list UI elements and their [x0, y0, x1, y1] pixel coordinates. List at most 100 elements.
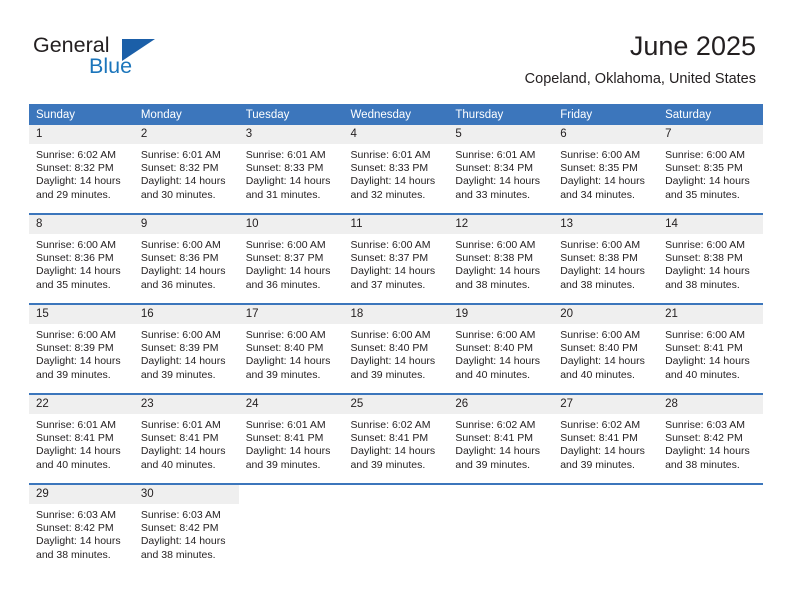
daylight-text-line1: Daylight: 14 hours [140, 265, 226, 278]
day-cell-content: 12 Sunrise: 6:00 AM Sunset: 8:38 PM Dayligh… [448, 215, 554, 303]
sunrise-text: Sunrise: 6:01 AM [36, 419, 116, 431]
sunset-text: Sunset: 8:38 PM [665, 252, 743, 265]
day-number: 30 [133, 485, 239, 504]
sunset-text: Sunset: 8:40 PM [455, 342, 534, 355]
calendar-day-cell[interactable]: 2 Sunrise: 6:01 AM Sunset: 8:32 PM Daylight… [133, 125, 239, 214]
sunset-text: Sunset: 8:37 PM [245, 252, 324, 265]
calendar-day-cell[interactable]: 13 Sunrise: 6:00 AM Sunset: 8:38 PM Dayligh… [553, 213, 659, 304]
logo-text-blue: Blue [89, 54, 133, 78]
day-sun-details: Sunrise: 6:01 AM Sunset: 8:34 PM Daylight:… [448, 144, 553, 202]
day-cell-content: 19 Sunrise: 6:00 AM Sunset: 8:40 PM Dayligh… [448, 305, 554, 393]
calendar-day-cell[interactable]: 22 Sunrise: 6:01 AM Sunset: 8:41 PM Dayligh… [29, 393, 134, 484]
calendar-day-cell[interactable]: 24 Sunrise: 6:01 AM Sunset: 8:41 PM Dayligh… [238, 393, 344, 484]
daylight-text-line2: and 39 minutes. [140, 368, 216, 381]
calendar-day-cell[interactable]: 28 Sunrise: 6:03 AM Sunset: 8:42 PM Dayligh… [658, 393, 763, 484]
day-number: 24 [238, 395, 344, 414]
calendar-day-cell[interactable]: 1 Sunrise: 6:02 AM Sunset: 8:32 PM Daylight… [29, 125, 134, 214]
day-cell-content: 25 Sunrise: 6:02 AM Sunset: 8:41 PM Dayligh… [343, 395, 449, 483]
day-cell-content: 29 Sunrise: 6:03 AM Sunset: 8:42 PM Dayligh… [29, 485, 134, 573]
calendar-day-cell[interactable]: 29 Sunrise: 6:03 AM Sunset: 8:42 PM Dayligh… [29, 483, 134, 573]
calendar-day-cell[interactable]: 10 Sunrise: 6:00 AM Sunset: 8:37 PM Dayligh… [238, 213, 344, 304]
daylight-text-line1: Daylight: 14 hours [560, 445, 645, 458]
day-number: 13 [553, 215, 659, 234]
weekday-header-wednesday: Wednesday [343, 104, 449, 125]
calendar-day-cell[interactable]: 9 Sunrise: 6:00 AM Sunset: 8:36 PM Daylight… [133, 213, 239, 304]
day-sun-details: Sunrise: 6:02 AM Sunset: 8:41 PM Daylight:… [448, 414, 553, 472]
day-cell-content: 5 Sunrise: 6:01 AM Sunset: 8:34 PM Daylight… [448, 125, 554, 213]
page-title: June 2025 [629, 31, 756, 61]
day-number: 2 [133, 125, 239, 144]
day-sun-details: Sunrise: 6:00 AM Sunset: 8:35 PM Daylight:… [553, 144, 658, 202]
day-number: 7 [658, 125, 763, 144]
sunrise-text: Sunrise: 6:01 AM [245, 419, 326, 431]
day-sun-details [448, 504, 553, 509]
calendar-empty-cell [343, 483, 449, 573]
day-number: 14 [658, 215, 763, 234]
daylight-text-line2: and 29 minutes. [36, 188, 111, 201]
daylight-text-line1: Daylight: 14 hours [36, 535, 121, 548]
day-number [238, 485, 344, 504]
sunset-text: Sunset: 8:41 PM [350, 432, 429, 445]
calendar-day-cell[interactable]: 14 Sunrise: 6:00 AM Sunset: 8:38 PM Dayligh… [658, 213, 763, 304]
calendar-day-cell[interactable]: 12 Sunrise: 6:00 AM Sunset: 8:38 PM Dayligh… [448, 213, 554, 304]
day-sun-details: Sunrise: 6:00 AM Sunset: 8:39 PM Daylight:… [134, 324, 239, 382]
sunset-text: Sunset: 8:35 PM [665, 162, 743, 175]
calendar-day-cell[interactable]: 15 Sunrise: 6:00 AM Sunset: 8:39 PM Dayligh… [29, 303, 134, 394]
daylight-text-line1: Daylight: 14 hours [455, 265, 541, 278]
calendar-day-cell[interactable]: 3 Sunrise: 6:01 AM Sunset: 8:33 PM Daylight… [238, 125, 344, 214]
day-sun-details [344, 504, 449, 509]
calendar-day-cell[interactable]: 27 Sunrise: 6:02 AM Sunset: 8:41 PM Dayligh… [553, 393, 659, 484]
day-cell-content: 23 Sunrise: 6:01 AM Sunset: 8:41 PM Dayligh… [133, 395, 239, 483]
calendar-day-cell[interactable]: 18 Sunrise: 6:00 AM Sunset: 8:40 PM Dayligh… [343, 303, 449, 394]
sunrise-text: Sunrise: 6:00 AM [455, 239, 536, 251]
calendar-day-cell[interactable]: 30 Sunrise: 6:03 AM Sunset: 8:42 PM Dayligh… [133, 483, 239, 573]
day-sun-details: Sunrise: 6:01 AM Sunset: 8:41 PM Daylight:… [29, 414, 134, 472]
day-sun-details: Sunrise: 6:03 AM Sunset: 8:42 PM Daylight:… [658, 414, 763, 472]
sunrise-text: Sunrise: 6:00 AM [245, 239, 326, 251]
calendar-day-cell[interactable]: 16 Sunrise: 6:00 AM Sunset: 8:39 PM Dayligh… [133, 303, 239, 394]
sunset-text: Sunset: 8:40 PM [245, 342, 324, 355]
location-subtitle: Copeland, Oklahoma, United States [524, 71, 756, 87]
sunset-text: Sunset: 8:41 PM [665, 342, 743, 355]
weekday-header-tuesday: Tuesday [238, 104, 344, 125]
day-sun-details: Sunrise: 6:01 AM Sunset: 8:32 PM Daylight:… [134, 144, 239, 202]
day-number: 26 [448, 395, 554, 414]
calendar-day-cell[interactable]: 17 Sunrise: 6:00 AM Sunset: 8:40 PM Dayligh… [238, 303, 344, 394]
sunrise-text: Sunrise: 6:00 AM [140, 239, 221, 251]
calendar-day-cell[interactable]: 26 Sunrise: 6:02 AM Sunset: 8:41 PM Dayligh… [448, 393, 554, 484]
day-number: 8 [29, 215, 134, 234]
daylight-text-line1: Daylight: 14 hours [140, 535, 226, 548]
day-cell-content: 18 Sunrise: 6:00 AM Sunset: 8:40 PM Dayligh… [343, 305, 449, 393]
calendar-day-cell[interactable]: 21 Sunrise: 6:00 AM Sunset: 8:41 PM Dayligh… [658, 303, 763, 394]
month-calendar-table: Sunday Monday Tuesday Wednesday Thursday… [29, 104, 763, 573]
daylight-text-line2: and 38 minutes. [455, 278, 531, 291]
day-cell-content: 11 Sunrise: 6:00 AM Sunset: 8:37 PM Dayligh… [343, 215, 449, 303]
title-block: June 2025 Copeland, Oklahoma, United Sta… [525, 30, 756, 88]
daylight-text-line2: and 33 minutes. [455, 188, 531, 201]
daylight-text-line2: and 40 minutes. [560, 368, 635, 381]
sunrise-text: Sunrise: 6:03 AM [665, 419, 746, 431]
daylight-text-line1: Daylight: 14 hours [350, 445, 436, 458]
calendar-week-row: 1 Sunrise: 6:02 AM Sunset: 8:32 PM Daylight… [29, 125, 763, 214]
sunset-text: Sunset: 8:42 PM [36, 522, 114, 535]
sunset-text: Sunset: 8:40 PM [560, 342, 638, 355]
daylight-text-line2: and 39 minutes. [36, 368, 111, 381]
calendar-day-cell[interactable]: 25 Sunrise: 6:02 AM Sunset: 8:41 PM Dayligh… [343, 393, 449, 484]
calendar-day-cell[interactable]: 19 Sunrise: 6:00 AM Sunset: 8:40 PM Dayligh… [448, 303, 554, 394]
calendar-day-cell[interactable]: 4 Sunrise: 6:01 AM Sunset: 8:33 PM Daylight… [343, 125, 449, 214]
calendar-day-cell[interactable]: 8 Sunrise: 6:00 AM Sunset: 8:36 PM Daylight… [29, 213, 134, 304]
calendar-day-cell[interactable]: 7 Sunrise: 6:00 AM Sunset: 8:35 PM Daylight… [658, 125, 763, 214]
daylight-text-line1: Daylight: 14 hours [350, 175, 436, 188]
calendar-week-row: 15 Sunrise: 6:00 AM Sunset: 8:39 PM Dayligh… [29, 303, 763, 394]
calendar-day-cell[interactable]: 6 Sunrise: 6:00 AM Sunset: 8:35 PM Daylight… [553, 125, 659, 214]
day-cell-content: 26 Sunrise: 6:02 AM Sunset: 8:41 PM Dayligh… [448, 395, 554, 483]
day-sun-details: Sunrise: 6:00 AM Sunset: 8:39 PM Daylight:… [29, 324, 134, 382]
calendar-day-cell[interactable]: 11 Sunrise: 6:00 AM Sunset: 8:37 PM Dayligh… [343, 213, 449, 304]
sunset-text: Sunset: 8:33 PM [350, 162, 429, 175]
daylight-text-line1: Daylight: 14 hours [350, 265, 436, 278]
calendar-day-cell[interactable]: 20 Sunrise: 6:00 AM Sunset: 8:40 PM Dayligh… [553, 303, 659, 394]
calendar-day-cell[interactable]: 5 Sunrise: 6:01 AM Sunset: 8:34 PM Daylight… [448, 125, 554, 214]
calendar-day-cell[interactable]: 23 Sunrise: 6:01 AM Sunset: 8:41 PM Dayligh… [133, 393, 239, 484]
sunrise-text: Sunrise: 6:02 AM [36, 149, 116, 161]
day-number: 20 [553, 305, 659, 324]
